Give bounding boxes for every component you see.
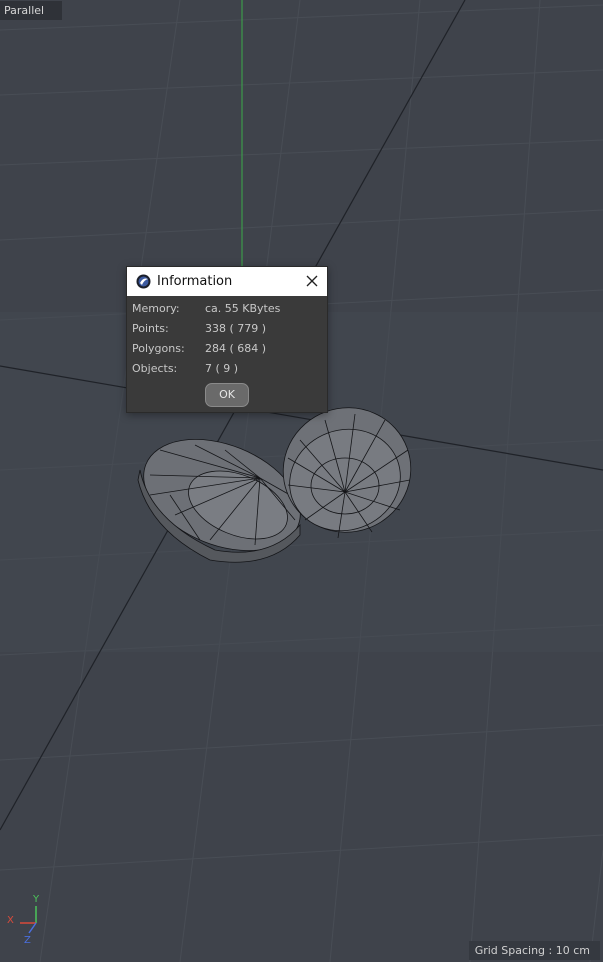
info-value: 7 ( 9 ) — [205, 362, 239, 375]
grid-spacing-label: Grid Spacing : 10 cm — [468, 941, 600, 960]
ok-button[interactable]: OK — [205, 383, 249, 407]
3d-viewport[interactable]: Parallel Grid Spacing : 10 cm Y X Z Info… — [0, 0, 603, 962]
info-value: 284 ( 684 ) — [205, 342, 267, 355]
axis-gizmo: Y X Z — [4, 893, 44, 948]
axis-x-label: X — [7, 915, 14, 926]
info-label: Memory: — [132, 302, 180, 315]
cinema4d-logo-icon — [136, 274, 151, 289]
viewport-scene[interactable] — [0, 0, 603, 962]
info-label: Objects: — [132, 362, 178, 375]
view-mode-label[interactable]: Parallel — [0, 1, 62, 20]
close-icon[interactable] — [303, 272, 321, 290]
info-label: Points: — [132, 322, 169, 335]
info-label: Polygons: — [132, 342, 185, 355]
axis-y-label: Y — [33, 894, 40, 905]
axis-z-label: Z — [24, 935, 31, 946]
info-value: 338 ( 779 ) — [205, 322, 267, 335]
dialog-titlebar[interactable]: Information — [127, 267, 327, 296]
info-value: ca. 55 KBytes — [205, 302, 281, 315]
dialog-title: Information — [157, 274, 233, 289]
information-dialog: Information Memory: ca. 55 KBytes Points… — [126, 266, 328, 413]
